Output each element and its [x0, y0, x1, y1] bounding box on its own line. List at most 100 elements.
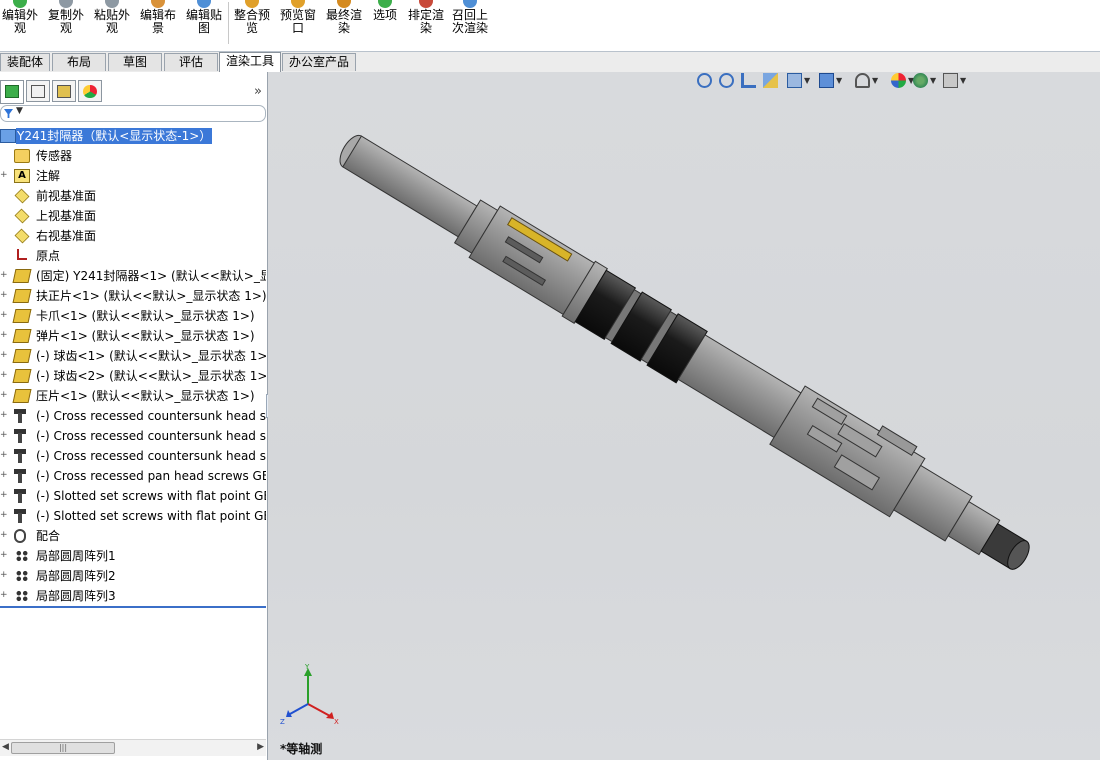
expand-toggle-icon[interactable]: +: [0, 471, 8, 480]
expand-toggle-icon[interactable]: +: [0, 171, 8, 180]
tree-item[interactable]: + (-) Slotted set screws with flat point …: [0, 486, 266, 506]
expand-toggle-icon[interactable]: +: [0, 311, 8, 320]
tree-item[interactable]: + (-) Cross recessed countersunk head sc: [0, 446, 266, 466]
tree-item[interactable]: 右视基准面: [0, 226, 266, 246]
feature-tree-icon: [5, 85, 19, 98]
mate-icon: [14, 529, 26, 543]
scroll-thumb[interactable]: |||: [11, 742, 115, 754]
tree-item[interactable]: + A 注解: [0, 166, 266, 186]
tree-item-label: (-) Cross recessed countersunk head sc: [36, 449, 266, 463]
feature-manager-tab[interactable]: [0, 80, 24, 104]
tree-item-label: (-) Slotted set screws with flat point G…: [36, 509, 266, 523]
display-manager-tab[interactable]: [78, 80, 102, 102]
ribbon-button-label: 召回上 次渲染: [451, 8, 488, 35]
expand-toggle-icon[interactable]: +: [0, 331, 8, 340]
ribbon-button-7[interactable]: 预览窗 口: [276, 0, 320, 44]
tree-item[interactable]: + 局部圆周阵列1: [0, 546, 266, 566]
tab-5[interactable]: 渲染工具: [219, 52, 281, 73]
tree-item-label: 右视基准面: [36, 229, 97, 243]
ribbon-separator: [228, 2, 229, 44]
ribbon-button-label: 排定渲 染: [407, 8, 444, 35]
expand-toggle-icon[interactable]: +: [0, 431, 8, 440]
assembly-icon: [0, 129, 16, 143]
expand-toggle-icon[interactable]: +: [0, 271, 8, 280]
expand-toggle-icon[interactable]: +: [0, 451, 8, 460]
expand-toggle-icon[interactable]: +: [0, 571, 8, 580]
property-manager-tab[interactable]: [26, 80, 50, 102]
filter-dropdown-icon[interactable]: ▼: [16, 106, 23, 116]
tree-item[interactable]: + (-) 球齿<2> (默认<<默认>_显示状态 1>): [0, 366, 266, 386]
ribbon-button-6[interactable]: 整合预 览: [230, 0, 274, 44]
tree-item[interactable]: + 扶正片<1> (默认<<默认>_显示状态 1>): [0, 286, 266, 306]
tab-4[interactable]: 评估: [164, 53, 218, 71]
expand-toggle-icon[interactable]: +: [0, 511, 8, 520]
tree-item[interactable]: 上视基准面: [0, 206, 266, 226]
tab-6[interactable]: 办公室产品: [282, 53, 356, 71]
expand-panel-icon[interactable]: »: [254, 84, 262, 99]
ribbon-button-10[interactable]: 排定渲 染: [404, 0, 448, 44]
ribbon-button-8[interactable]: 最终渲 染: [322, 0, 366, 44]
tree-item[interactable]: + (-) Cross recessed countersunk head sc: [0, 426, 266, 446]
horizontal-scrollbar[interactable]: ◀ ||| ▶: [0, 739, 266, 756]
ribbon-button-9[interactable]: 选项: [368, 0, 402, 44]
expand-toggle-icon[interactable]: +: [0, 351, 8, 360]
tree-item[interactable]: + 局部圆周阵列3: [0, 586, 266, 606]
tree-item[interactable]: + 弹片<1> (默认<<默认>_显示状态 1>): [0, 326, 266, 346]
tab-2[interactable]: 布局: [52, 53, 106, 71]
triad-x-label: X: [334, 718, 339, 726]
screw-icon: [14, 429, 26, 443]
ribbon-button-label: 预览窗 口: [279, 8, 316, 35]
tree-item[interactable]: + 配合: [0, 526, 266, 546]
tab-1[interactable]: 装配体: [0, 53, 50, 71]
ribbon-button-11[interactable]: 召回上 次渲染: [448, 0, 492, 44]
expand-toggle-icon[interactable]: +: [0, 371, 8, 380]
panel-divider[interactable]: [0, 606, 266, 608]
graphics-area[interactable]: ▼ ▼ ▼ ▼ ▼ ▼ Y X Z *等轴测: [268, 72, 1100, 760]
expand-toggle-icon[interactable]: +: [0, 411, 8, 420]
tree-item-label: 局部圆周阵列1: [36, 549, 116, 563]
axis-triad: Y X Z: [280, 663, 339, 726]
ribbon-button-3[interactable]: 粘贴外 观: [90, 0, 134, 44]
tree-item[interactable]: + 压片<1> (默认<<默认>_显示状态 1>): [0, 386, 266, 406]
tree-item[interactable]: 原点: [0, 246, 266, 266]
ribbon-button-icon: [378, 0, 392, 8]
tree-item-label: 卡爪<1> (默认<<默认>_显示状态 1>): [36, 309, 255, 323]
tree-item[interactable]: 前视基准面: [0, 186, 266, 206]
configuration-icon: [57, 85, 71, 98]
expand-toggle-icon[interactable]: +: [0, 551, 8, 560]
ribbon-button-5[interactable]: 编辑贴 图: [182, 0, 226, 44]
ribbon-button-4[interactable]: 编辑布 景: [136, 0, 180, 44]
expand-toggle-icon[interactable]: +: [0, 291, 8, 300]
tree-item[interactable]: + (-) Slotted set screws with flat point …: [0, 506, 266, 526]
tab-3[interactable]: 草图: [108, 53, 162, 71]
tree-item[interactable]: + 卡爪<1> (默认<<默认>_显示状态 1>): [0, 306, 266, 326]
ribbon-button-2[interactable]: 复制外 观: [44, 0, 88, 44]
tree-item[interactable]: + (-) Cross recessed countersunk head sc: [0, 406, 266, 426]
tree-root-assembly[interactable]: Y241封隔器（默认<显示状态-1>）: [0, 126, 266, 146]
packer-3d-model[interactable]: [268, 72, 1100, 760]
expand-toggle-icon[interactable]: +: [0, 531, 8, 540]
tree-filter-bar[interactable]: ▼: [0, 105, 266, 122]
tree-item-label: (-) 球齿<2> (默认<<默认>_显示状态 1>): [36, 369, 266, 383]
part-icon: [12, 289, 32, 303]
tree-item[interactable]: 传感器: [0, 146, 266, 166]
tree-item[interactable]: + (-) 球齿<1> (默认<<默认>_显示状态 1>): [0, 346, 266, 366]
scroll-right-icon[interactable]: ▶: [257, 742, 264, 752]
part-icon: [12, 389, 32, 403]
expand-toggle-icon[interactable]: +: [0, 391, 8, 400]
ribbon-button-label: 编辑布 景: [139, 8, 176, 35]
tree-item-label: 局部圆周阵列3: [36, 589, 116, 603]
tree-item-label: 前视基准面: [36, 189, 97, 203]
part-icon: [12, 329, 32, 343]
plane-icon: [14, 228, 30, 244]
ribbon-button-1[interactable]: 编辑外 观: [0, 0, 40, 44]
ribbon-button-label: 粘贴外 观: [93, 8, 130, 35]
expand-toggle-icon[interactable]: +: [0, 591, 8, 600]
tree-item[interactable]: + 局部圆周阵列2: [0, 566, 266, 586]
scroll-left-icon[interactable]: ◀: [2, 742, 9, 752]
tree-item[interactable]: + (-) Cross recessed pan head screws GB: [0, 466, 266, 486]
ribbon-button-icon: [419, 0, 433, 8]
tree-item[interactable]: + (固定) Y241封隔器<1> (默认<<默认>_显示: [0, 266, 266, 286]
expand-toggle-icon[interactable]: +: [0, 491, 8, 500]
configuration-manager-tab[interactable]: [52, 80, 76, 102]
